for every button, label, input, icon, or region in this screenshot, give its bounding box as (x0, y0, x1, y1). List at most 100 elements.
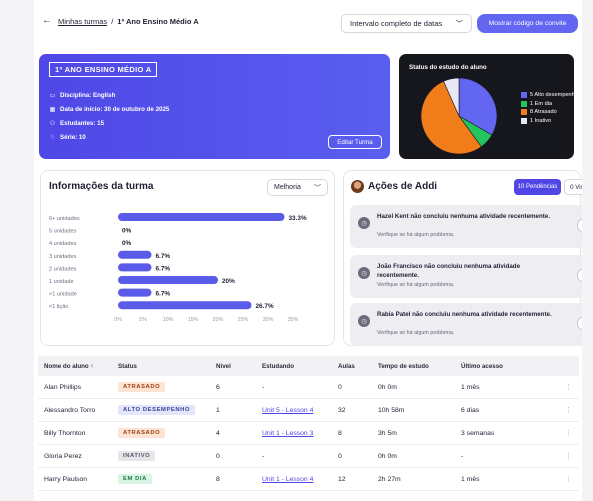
student-level: 0 (216, 452, 220, 460)
alert-item[interactable]: ◷ João Francisco não concluiu nenhuma at… (350, 255, 582, 298)
lessons-value: 32 (338, 406, 346, 414)
date-range-select[interactable]: Intervalo completo de datas ﹀ (341, 14, 472, 33)
subject-row: ▭ Disciplina: English (49, 92, 116, 99)
back-arrow-icon[interactable]: ← (42, 15, 52, 26)
class-title: 1º ANO ENSINO MÉDIO A (49, 62, 158, 77)
x-tick-label: 10% (163, 317, 174, 323)
addi-actions-title: Ações de Addi (368, 181, 438, 192)
col-studying: Estudando (262, 362, 294, 370)
bar-value-label: 6.7% (156, 253, 171, 260)
legend-item: 8 Atrasado (521, 109, 578, 115)
start-date-row: ▦ Data de início: 30 de outubro de 2025 (49, 106, 170, 113)
status-badge: ATRASADO (118, 428, 166, 438)
col-student-name[interactable]: Nome do aluno ↑ (38, 363, 118, 370)
alert-subtext: Verifique se há algum problema. (377, 282, 455, 288)
bar (118, 263, 152, 272)
y-tick-label: 5 unidades (49, 229, 77, 235)
table-row[interactable]: Billy Thornton ATRASADO 4 Unit 1 - Lesso… (38, 422, 579, 445)
col-status: Status (118, 362, 137, 370)
study-status-card: Status do estudo do aluno 5 Alto desempe… (399, 54, 578, 159)
table-row[interactable]: Alan Phillips ATRASADO 6 - 0 0h 0m 1 mês… (38, 376, 579, 399)
table-header: Nome do aluno ↑ Status Nível Estudando A… (38, 356, 579, 376)
students-table: Nome do aluno ↑ Status Nível Estudando A… (38, 356, 579, 491)
alert-item[interactable]: ◷ Rabia Patel não concluiu nenhuma ativi… (350, 303, 582, 346)
breadcrumb-separator: / (111, 17, 114, 26)
student-level: 4 (216, 429, 220, 437)
student-name: Gloria Perez (44, 452, 82, 460)
bar-value-label: 0% (122, 228, 132, 235)
mark-done-checkbox[interactable] (577, 218, 582, 233)
tab-seen[interactable]: 0 Visto (564, 179, 582, 195)
class-summary-card: 1º ANO ENSINO MÉDIO A ▭ Disciplina: Engl… (39, 54, 390, 159)
book-icon: ▭ (49, 93, 56, 99)
class-info-card: Informações da turma Melhoria ﹀ 6+ unida… (40, 170, 335, 346)
student-name: Alessandro Torro (44, 406, 96, 414)
student-level: 1 (216, 406, 220, 414)
x-tick-label: 0% (114, 317, 122, 323)
alert-item[interactable]: ◷ Hazel Kent não concluiu nenhuma ativid… (350, 205, 582, 248)
student-name: Billy Thornton (44, 429, 86, 437)
studying-link[interactable]: Unit 5 - Lesson 4 (262, 407, 313, 414)
x-tick-label: 20% (213, 317, 224, 323)
y-tick-label: 1 unidade (49, 279, 74, 285)
x-tick-label: 25% (238, 317, 249, 323)
mark-done-checkbox[interactable] (577, 316, 582, 331)
chevron-down-icon: ﹀ (455, 19, 464, 28)
studying-value: - (262, 452, 265, 460)
addi-actions-card: Ações de Addi 10 Pendências 0 Visto ◷ Ha… (343, 170, 582, 346)
date-range-label: Intervalo completo de datas (350, 19, 443, 28)
legend-item: 1 Inativo (521, 117, 578, 124)
student-level: 6 (216, 383, 220, 391)
legend-label: 1 Em dia (530, 100, 553, 107)
alert-subtext: Verifique se há algum problema. (377, 330, 455, 336)
bar-value-label: 26.7% (256, 303, 274, 310)
students-text: Estudantes: 15 (60, 120, 105, 127)
legend-label: 5 Alto desempenho (530, 92, 578, 98)
grade-row: ♢ Série: 10 (49, 134, 86, 141)
students-row: ⚇ Estudantes: 15 (49, 120, 104, 127)
show-invite-code-button[interactable]: Mostrar código de convite (477, 14, 578, 33)
legend-label: 8 Atrasado (530, 109, 557, 115)
breadcrumb-my-classes[interactable]: Minhas turmas (58, 17, 107, 26)
bar-value-label: 20% (222, 278, 235, 285)
status-badge: ATRASADO (118, 382, 166, 392)
study-time-value: 0h 0m (378, 452, 397, 460)
last-access-value: 3 semanas (461, 429, 495, 437)
lessons-value: 12 (338, 475, 346, 483)
chevron-down-icon: ﹀ (314, 184, 321, 192)
bar (118, 213, 285, 221)
col-level: Nível (216, 362, 231, 370)
col-lessons: Aulas (338, 362, 355, 370)
tab-pending[interactable]: 10 Pendências (514, 179, 561, 195)
more-options-icon[interactable]: ⋮ (565, 383, 579, 391)
studying-link[interactable]: Unit 1 - Lesson 4 (262, 476, 313, 483)
more-options-icon[interactable]: ⋮ (565, 429, 579, 437)
studying-link[interactable]: Unit 1 - Lesson 3 (262, 430, 313, 437)
clock-icon: ◷ (358, 217, 370, 229)
study-time-value: 2h 27m (378, 475, 401, 483)
clock-icon: ◷ (358, 315, 370, 327)
units-progress-bar-chart: 6+ unidades 33.3% 5 unidades 0% 4 unidades 0%… (49, 213, 307, 323)
table-row[interactable]: Alessandro Torro ALTO DESEMPENHO 1 Unit … (38, 399, 579, 422)
bar-value-label: 6.7% (156, 291, 171, 298)
y-tick-label: 6+ unidades (49, 216, 80, 222)
improvement-select[interactable]: Melhoria ﹀ (267, 179, 328, 196)
clock-icon: ◷ (358, 267, 370, 279)
mark-done-checkbox[interactable] (577, 268, 582, 283)
table-row[interactable]: Gloria Perez INATIVO 0 - 0 0h 0m - ⋮ (38, 445, 579, 468)
more-options-icon[interactable]: ⋮ (565, 475, 579, 483)
study-time-value: 0h 0m (378, 383, 397, 391)
x-tick-label: 5% (139, 317, 147, 323)
edit-class-button[interactable]: Editar Turma (328, 135, 382, 149)
y-tick-label: <1 lição (49, 304, 68, 310)
last-access-value: 1 mês (461, 383, 480, 391)
more-options-icon[interactable]: ⋮ (565, 406, 579, 414)
improvement-select-label: Melhoria (274, 184, 301, 191)
study-status-pie-chart (420, 77, 498, 155)
status-badge: EM DIA (118, 474, 152, 484)
y-tick-label: 4 unidades (49, 241, 77, 247)
legend-swatch (521, 109, 527, 115)
table-row[interactable]: Harry Paulson EM DIA 8 Unit 1 - Lesson 4… (38, 468, 579, 491)
more-options-icon[interactable]: ⋮ (565, 452, 579, 460)
student-name: Harry Paulson (44, 475, 88, 483)
